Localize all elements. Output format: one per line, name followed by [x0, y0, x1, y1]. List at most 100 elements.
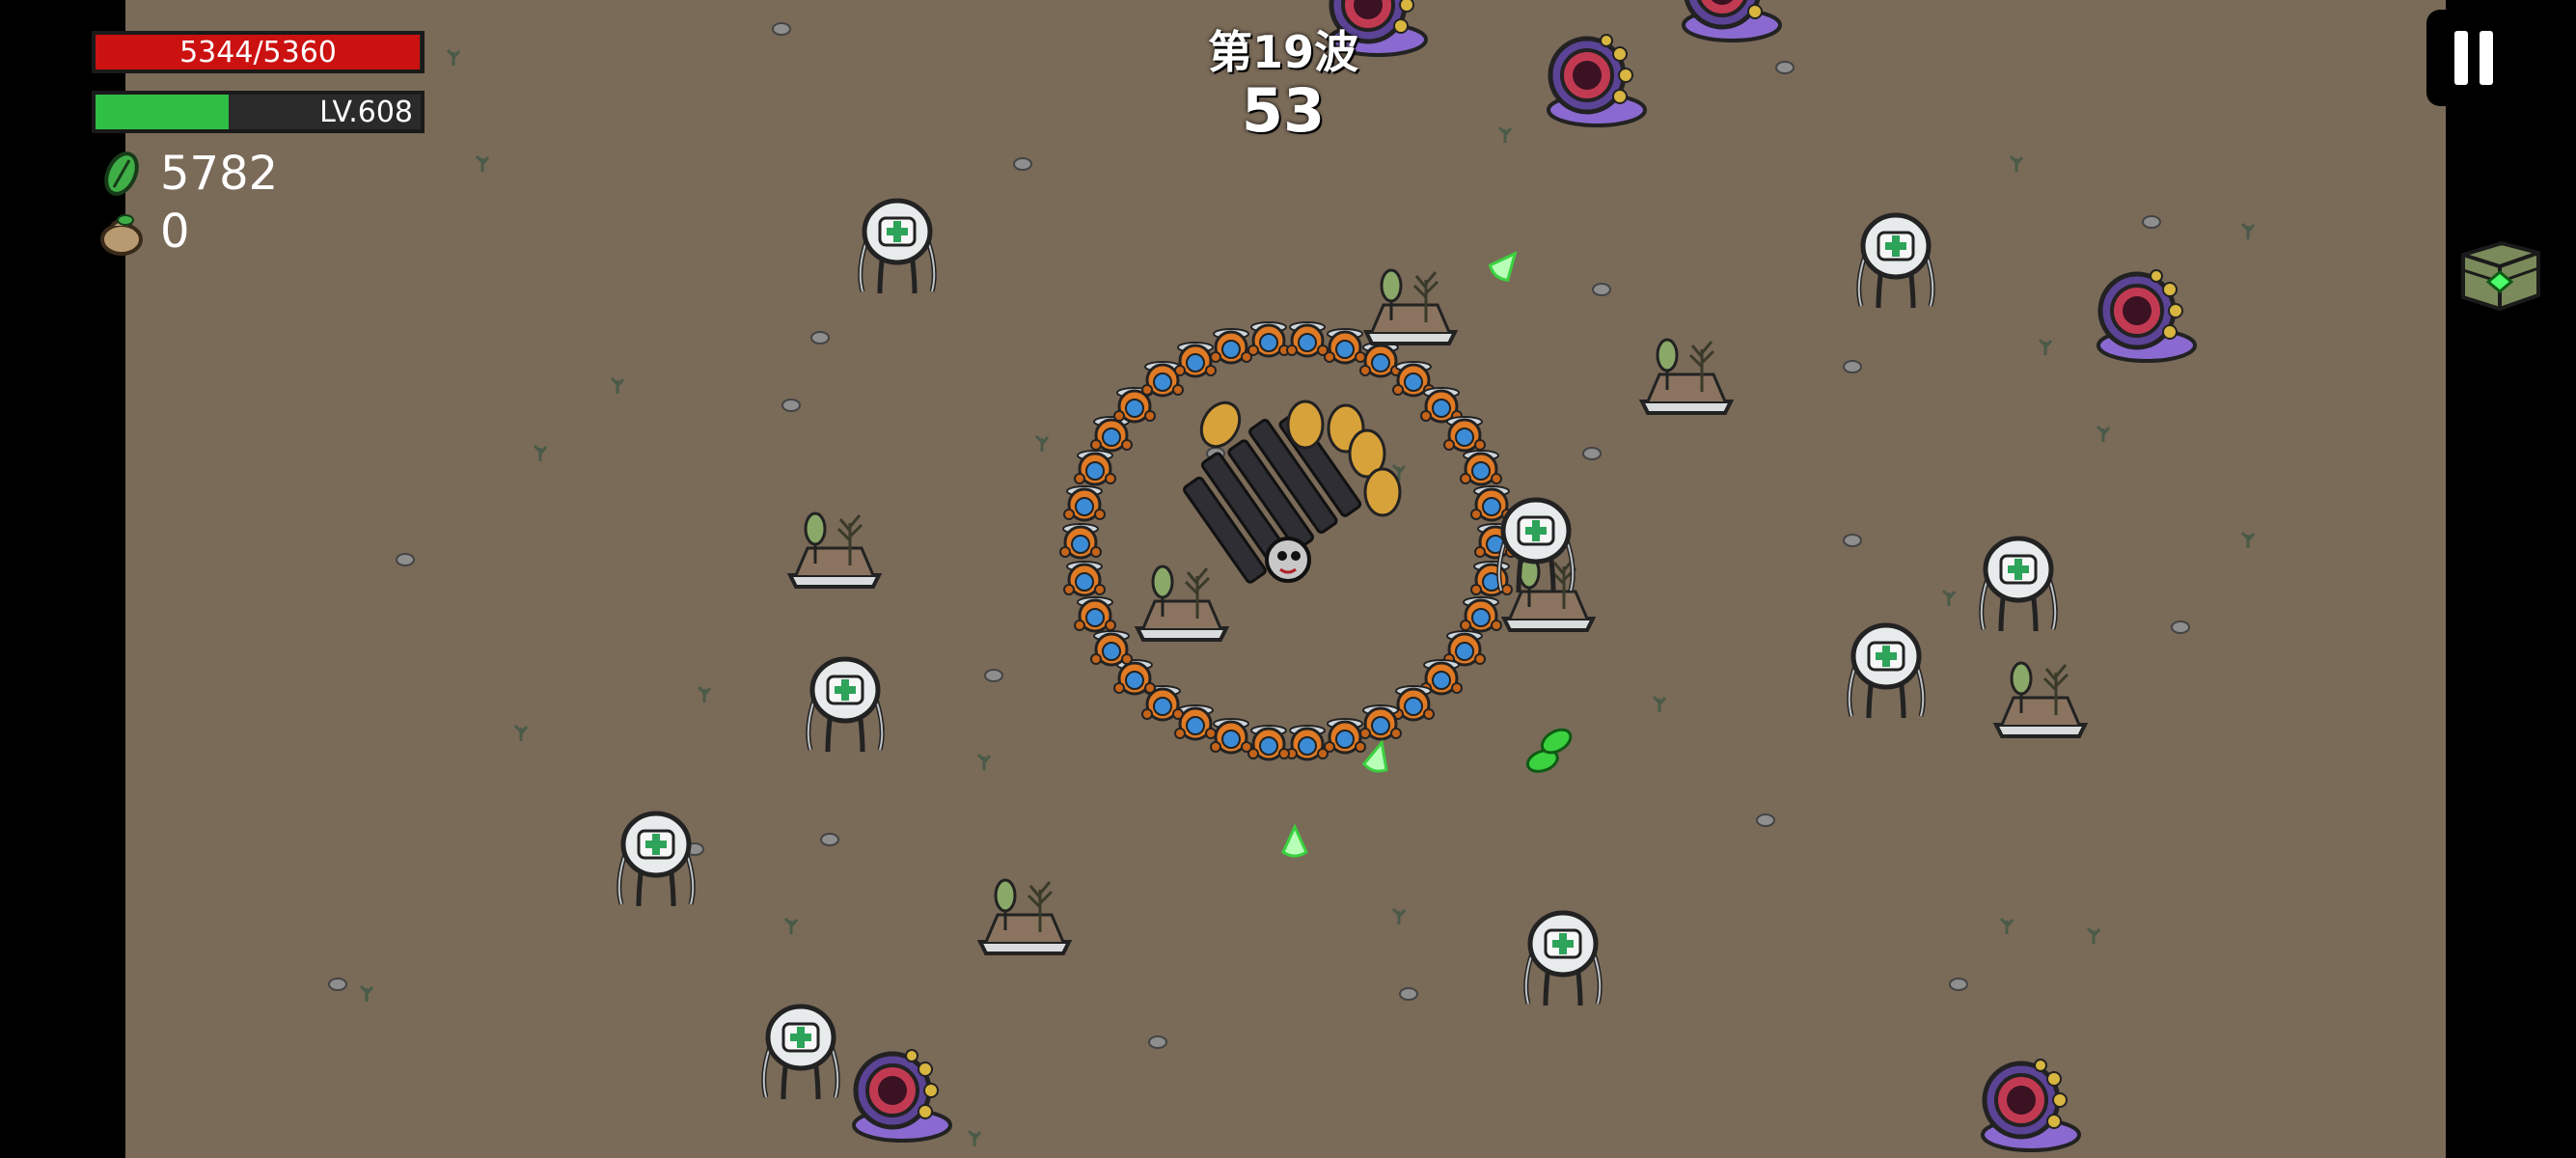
garden-structure: [788, 511, 881, 589]
healer-enemy: [1859, 215, 1933, 308]
ground-weed: [533, 444, 548, 463]
ground-rock: [1843, 360, 1862, 373]
ground-weed: [2038, 338, 2053, 357]
orange-turret: [1247, 724, 1291, 761]
ground-weed: [2096, 425, 2111, 444]
healer-enemy: [808, 659, 883, 752]
orange-turret: [1442, 415, 1487, 453]
loot-crate-button[interactable]: [2455, 234, 2542, 315]
ground-rock: [1592, 283, 1611, 296]
experience-bar-fill: [96, 95, 230, 129]
ground-rock: [2171, 620, 2190, 634]
garden-structure: [1364, 268, 1457, 345]
ground-rock: [2142, 215, 2161, 229]
spitter-enemy: [854, 1050, 950, 1141]
materials-value: 5782: [160, 147, 279, 201]
orange-turret: [1247, 320, 1291, 358]
player-character: [1183, 400, 1402, 584]
ground-weed: [2009, 154, 2024, 174]
level-text: LV.608: [319, 95, 413, 129]
ground-weed: [1941, 589, 1957, 608]
ground-weed: [697, 685, 712, 704]
ground-rock: [1013, 157, 1032, 171]
ground-weed: [783, 917, 799, 936]
ground-weed: [610, 376, 625, 396]
orange-turret: [1285, 320, 1329, 358]
ground-weed: [1497, 125, 1513, 145]
materials-counter: 5782: [96, 147, 278, 201]
spitter-enemy: [1983, 1060, 2079, 1150]
ground-weed: [967, 1129, 982, 1148]
orange-turret: [1358, 703, 1403, 741]
spitter-enemy: [1684, 0, 1780, 41]
ground-rock: [772, 22, 791, 36]
healer-enemy: [1982, 538, 2056, 631]
material-leaf-icon: [104, 152, 139, 196]
orange-turret: [1173, 341, 1218, 378]
orange-turret: [1112, 658, 1157, 696]
ground-rock: [781, 399, 801, 412]
ground-weed: [359, 984, 374, 1004]
pause-button[interactable]: [2426, 10, 2533, 106]
health-text: 5344/5360: [179, 35, 337, 69]
orange-turret: [1323, 327, 1367, 365]
orange-turret: [1058, 522, 1103, 560]
garden-structure: [978, 878, 1071, 955]
ground-rock: [1949, 978, 1968, 991]
ground-weed: [475, 154, 490, 174]
ground-weed: [1652, 695, 1667, 714]
orange-turret: [1062, 484, 1107, 522]
bag-counter: 0: [96, 205, 190, 259]
ground-weed: [2240, 531, 2256, 550]
orange-turret: [1089, 629, 1134, 667]
garden-structure: [1640, 338, 1733, 415]
healer-enemy: [764, 1006, 838, 1099]
material-drop: [1525, 728, 1573, 773]
orange-turret: [1073, 449, 1117, 486]
ground-rock: [1756, 813, 1775, 827]
green-projectile: [1361, 737, 1395, 776]
ground-rock: [396, 553, 415, 566]
health-bar: 5344/5360: [92, 31, 425, 73]
healer-enemy: [1850, 625, 1924, 718]
ground-weed: [976, 753, 992, 772]
garden-structure: [1994, 661, 2087, 738]
orange-turret: [1209, 327, 1253, 365]
healer-enemy: [861, 201, 935, 293]
wave-timer: 53: [1241, 75, 1326, 146]
ground-rock: [1775, 61, 1795, 74]
right-boundary: [2446, 0, 2576, 1158]
garden-structures: [788, 268, 2087, 955]
bag-value: 0: [160, 205, 190, 259]
spitter-enemy: [1548, 35, 1645, 125]
orange-turret: [1209, 717, 1253, 755]
orange-turret: [1089, 415, 1134, 453]
ground-rock: [1582, 447, 1602, 460]
money-bag-icon: [100, 214, 143, 256]
ground-weed: [1391, 907, 1407, 926]
orange-turret: [1459, 595, 1503, 633]
spitter-enemy: [2098, 270, 2195, 361]
ground-rock: [1399, 987, 1418, 1001]
orange-turret: [1391, 684, 1436, 722]
ground-rock: [328, 978, 347, 991]
ground-rock: [810, 331, 830, 345]
green-projectile: [1281, 825, 1308, 858]
ground-rock: [1843, 534, 1862, 547]
ground-weed: [2240, 222, 2256, 241]
battlefield: [328, 0, 2256, 1158]
experience-bar: LV.608: [92, 91, 425, 133]
game-arena: [0, 0, 2576, 1158]
ground-rock: [820, 833, 839, 846]
healer-enemy: [619, 813, 694, 906]
orange-turret: [1062, 560, 1107, 597]
orange-turret: [1459, 449, 1503, 486]
orange-turret: [1358, 341, 1403, 378]
orange-turret: [1285, 724, 1329, 761]
ground-weed: [1999, 917, 2014, 936]
healer-enemy: [1526, 913, 1601, 1006]
ground-weed: [2086, 926, 2101, 946]
ground-decor: [328, 22, 2256, 1148]
green-projectile: [1486, 244, 1525, 285]
wave-title: 第19波: [1207, 26, 1358, 78]
